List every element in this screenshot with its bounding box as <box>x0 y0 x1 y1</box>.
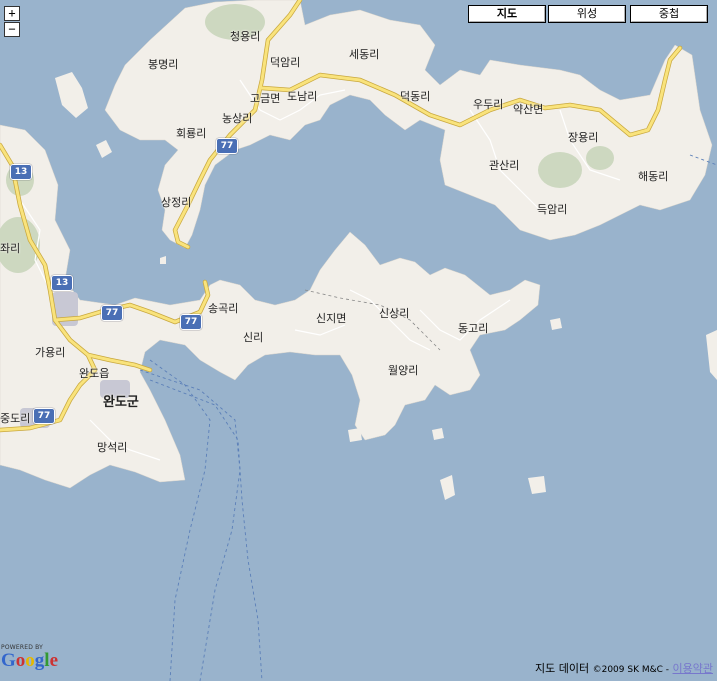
place-label-hoeryongri: 회룡리 <box>176 127 207 140</box>
map-type-hybrid-label: 중첩 <box>631 6 707 22</box>
place-label-sinri: 신리 <box>243 331 264 344</box>
place-label-bongmyeongri: 봉명리 <box>148 58 179 71</box>
place-label-wolyangri: 월양리 <box>388 364 419 377</box>
place-label-yaksanmyeon: 약산면 <box>513 103 544 116</box>
place-label-nongsangri: 농상리 <box>222 112 253 125</box>
route-shield-13: 13 <box>51 275 73 291</box>
logo-word: Google <box>1 650 58 671</box>
place-label-sangjeongri: 상정리 <box>161 196 192 209</box>
place-label-sedongri: 세동리 <box>349 48 380 61</box>
place-label-gwansanri: 관산리 <box>489 159 520 172</box>
google-logo[interactable]: POWERED BY Google <box>1 644 63 676</box>
place-label-deugamri: 득암리 <box>537 203 568 216</box>
place-label-sinjimyeon: 신지면 <box>316 312 347 325</box>
map-canvas[interactable]: 청용리 봉명리 덕암리 세동리 고금면 도남리 덕동리 우두리 약산면 농상리 … <box>0 0 717 681</box>
map-type-hybrid-button[interactable]: 중첩 <box>630 5 708 23</box>
zoom-out-button[interactable]: − <box>4 22 20 37</box>
route-shield-13: 13 <box>10 164 32 180</box>
route-shield-77: 77 <box>101 305 123 321</box>
route-shield-77: 77 <box>33 408 55 424</box>
terms-link[interactable]: 이용약관 <box>673 662 713 675</box>
copyright-notice: ©2009 SK M&C - <box>592 665 670 675</box>
place-label-deokdongri: 덕동리 <box>400 90 431 103</box>
place-label-sinsangri: 신상리 <box>379 307 410 320</box>
place-label-donamri: 도남리 <box>287 90 318 103</box>
place-label-wandoeup: 완도읍 <box>79 367 110 380</box>
place-label-gayongri: 가용리 <box>35 346 66 359</box>
route-shield-77: 77 <box>180 314 202 330</box>
place-label-mangseokri: 망석리 <box>97 441 128 454</box>
place-label-jangyongri: 장용리 <box>568 131 599 144</box>
place-label-cheongyongri: 청용리 <box>230 30 261 43</box>
place-label-donggori: 동고리 <box>458 322 489 335</box>
map-type-satellite-button[interactable]: 위성 <box>548 5 626 23</box>
map-data-label: 지도 데이터 <box>534 662 590 675</box>
map-type-satellite-label: 위성 <box>549 6 625 22</box>
place-label-deogamri: 덕암리 <box>270 56 301 69</box>
place-label-jari: 좌리 <box>0 242 21 255</box>
place-label-jungdori: 중도리 <box>0 412 31 425</box>
map-type-map-button[interactable]: 지도 <box>468 5 546 23</box>
place-label-wandogun: 완도군 <box>103 395 139 410</box>
place-label-haedongri: 해동리 <box>638 170 669 183</box>
copyright-bar: 지도 데이터 ©2009 SK M&C - 이용약관 <box>535 660 713 676</box>
place-label-songgokri: 송곡리 <box>208 302 239 315</box>
place-label-wooduri: 우두리 <box>473 98 504 111</box>
zoom-in-button[interactable]: + <box>4 6 20 21</box>
map-tiles <box>0 0 717 681</box>
route-shield-77: 77 <box>216 138 238 154</box>
place-label-gogeummyeon: 고금면 <box>250 92 281 105</box>
map-type-map-label: 지도 <box>469 6 545 22</box>
